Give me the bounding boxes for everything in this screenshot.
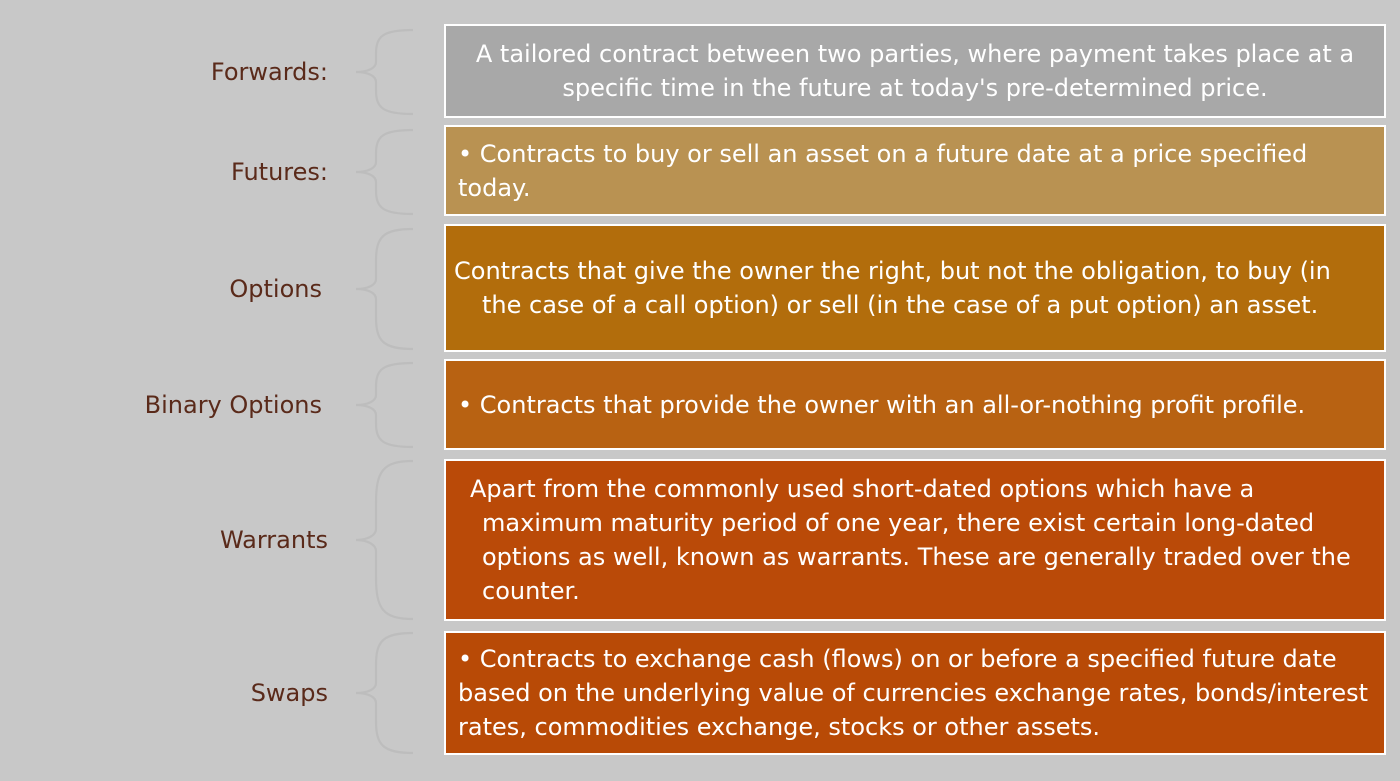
row-warrants: Warrants Apart from the commonly used sh… <box>0 459 1400 621</box>
box-binary-options: • Contracts that provide the owner with … <box>444 359 1386 450</box>
text-options: Contracts that give the owner the right,… <box>454 257 1331 319</box>
brace-binary-options <box>355 361 414 449</box>
bullet-icon: • <box>458 390 473 419</box>
bullet-item-futures: • Contracts to buy or sell an asset on a… <box>446 137 1384 205</box>
text-swaps: Contracts to exchange cash (flows) on or… <box>458 645 1369 741</box>
label-futures: Futures: <box>230 158 328 186</box>
brace-options <box>355 227 414 351</box>
text-futures: Contracts to buy or sell an asset on a f… <box>458 139 1308 202</box>
text-forwards: A tailored contract between two parties,… <box>475 40 1355 102</box>
label-options: Options <box>229 275 322 303</box>
brace-forwards <box>355 28 414 116</box>
box-warrants: Apart from the commonly used short-dated… <box>444 459 1386 621</box>
box-forwards: A tailored contract between two parties,… <box>444 24 1386 118</box>
row-swaps: Swaps • Contracts to exchange cash (flow… <box>0 631 1400 755</box>
box-swaps: • Contracts to exchange cash (flows) on … <box>444 631 1386 755</box>
brace-swaps <box>355 631 414 755</box>
bullet-item-binary-options: • Contracts that provide the owner with … <box>446 388 1319 422</box>
brace-warrants <box>355 459 414 621</box>
label-forwards: Forwards: <box>210 58 328 86</box>
label-warrants: Warrants <box>219 526 328 554</box>
label-binary-options: Binary Options <box>144 391 322 419</box>
bullet-icon: • <box>458 139 473 168</box>
text-warrants: Apart from the commonly used short-dated… <box>470 475 1351 605</box>
row-futures: Futures: • Contracts to buy or sell an a… <box>0 125 1400 216</box>
label-swaps: Swaps <box>250 679 328 707</box>
row-options: Options Contracts that give the owner th… <box>0 224 1400 352</box>
bullet-item-swaps: • Contracts to exchange cash (flows) on … <box>446 642 1384 744</box>
text-binary-options: Contracts that provide the owner with an… <box>479 390 1306 419</box>
bullet-icon: • <box>458 645 473 673</box>
row-binary-options: Binary Options • Contracts that provide … <box>0 359 1400 450</box>
row-forwards: Forwards: A tailored contract between tw… <box>0 24 1400 118</box>
box-options: Contracts that give the owner the right,… <box>444 224 1386 352</box>
brace-futures <box>355 128 414 216</box>
box-futures: • Contracts to buy or sell an asset on a… <box>444 125 1386 216</box>
